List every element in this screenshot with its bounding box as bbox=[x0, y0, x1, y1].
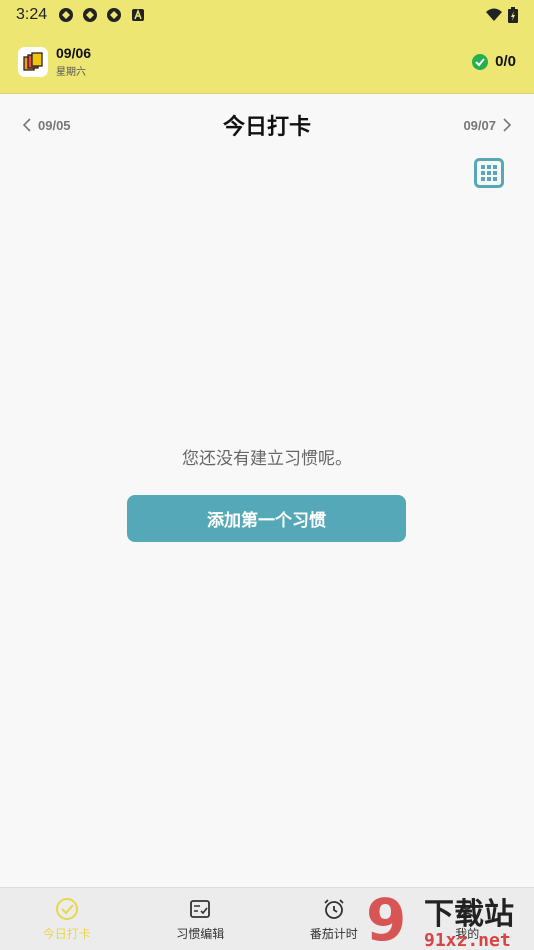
date-navigation: 09/05 今日打卡 09/07 bbox=[0, 94, 534, 156]
tab-habit-edit[interactable]: 习惯编辑 bbox=[134, 888, 268, 950]
status-time: 3:24 bbox=[16, 6, 48, 23]
progress-indicator: 0/0 bbox=[471, 53, 516, 71]
notification-app-icon bbox=[57, 6, 75, 24]
check-circle-icon bbox=[472, 53, 489, 70]
notification-app-icon bbox=[81, 6, 99, 24]
svg-text:9: 9 bbox=[366, 888, 406, 950]
wifi-icon bbox=[486, 8, 502, 21]
battery-icon bbox=[508, 7, 518, 23]
calendar-grid-icon bbox=[474, 158, 504, 188]
check-circle-icon bbox=[55, 897, 78, 920]
chevron-left-icon bbox=[22, 118, 31, 132]
prev-day-label: 09/05 bbox=[38, 117, 71, 133]
add-first-habit-button[interactable]: 添加第一个习惯 bbox=[127, 495, 406, 542]
calendar-grid-button[interactable] bbox=[474, 158, 504, 188]
header-date-block: 09/06 星期六 bbox=[56, 45, 91, 78]
tab-label: 习惯编辑 bbox=[176, 926, 225, 941]
tab-label: 今日打卡 bbox=[42, 926, 91, 941]
chevron-right-icon bbox=[503, 118, 512, 132]
watermark: 9 下载站 91xz.net bbox=[364, 886, 534, 950]
next-day-label: 09/07 bbox=[463, 117, 496, 133]
next-day-button[interactable]: 09/07 bbox=[463, 118, 512, 133]
notification-app-icon bbox=[105, 6, 123, 24]
watermark-url: 91xz.net bbox=[424, 930, 511, 950]
header-date: 09/06 bbox=[56, 45, 92, 61]
status-bar: 3:24 bbox=[0, 0, 534, 30]
watermark-title: 下载站 bbox=[424, 897, 514, 932]
tab-label: 番茄计时 bbox=[309, 926, 358, 941]
tab-today-checkin[interactable]: 今日打卡 bbox=[0, 888, 134, 950]
status-right-icons bbox=[486, 7, 518, 23]
app-header: 09/06 星期六 0/0 bbox=[0, 30, 534, 94]
header-weekday: 星期六 bbox=[56, 67, 86, 78]
notification-a-icon bbox=[129, 6, 147, 24]
prev-day-button[interactable]: 09/05 bbox=[22, 118, 71, 133]
progress-count: 0/0 bbox=[495, 53, 516, 70]
alarm-clock-icon bbox=[324, 898, 344, 919]
empty-state-message: 您还没有建立习惯呢。 bbox=[182, 449, 352, 469]
page-title: 今日打卡 bbox=[222, 115, 311, 140]
edit-list-icon bbox=[190, 899, 211, 918]
app-logo-icon bbox=[18, 46, 48, 77]
